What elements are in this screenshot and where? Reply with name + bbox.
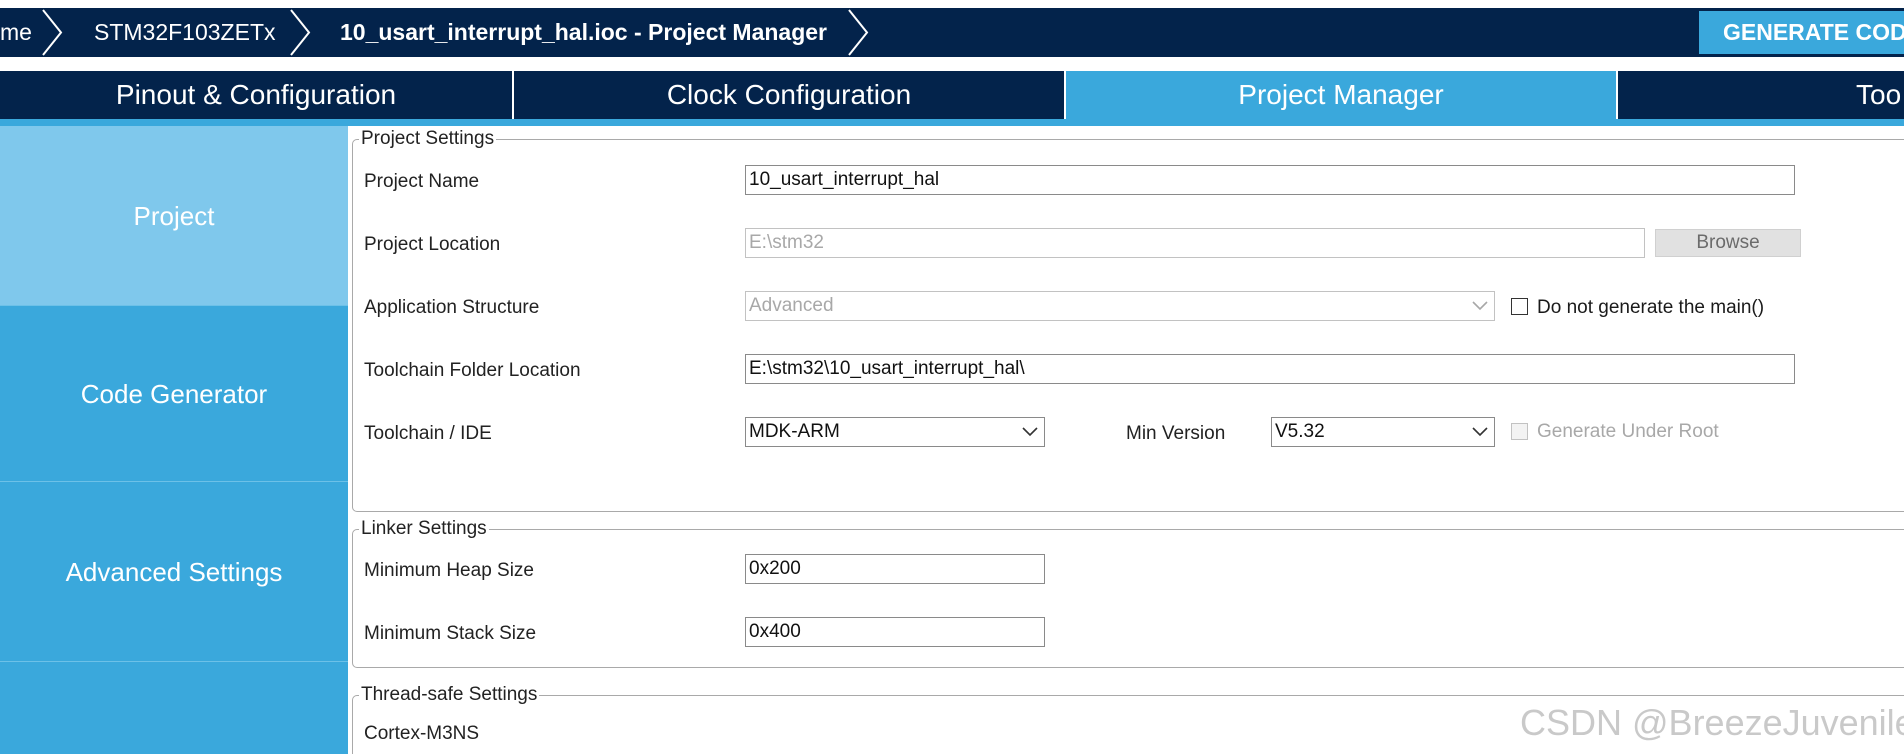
project-location-input[interactable]: E:\stm32 <box>745 228 1645 258</box>
toolchain-ide-label: Toolchain / IDE <box>364 423 492 444</box>
toolchain-ide-value: MDK-ARM <box>749 421 840 442</box>
breadcrumb-home[interactable]: me <box>0 8 32 57</box>
min-version-label: Min Version <box>1126 423 1226 444</box>
chevron-down-icon <box>1472 301 1488 311</box>
application-structure-select[interactable]: Advanced <box>745 291 1495 321</box>
toolchain-folder-label: Toolchain Folder Location <box>364 360 581 381</box>
breadcrumb-mcu[interactable]: STM32F103ZETx <box>94 8 276 57</box>
cortex-core-label: Cortex-M3NS <box>364 723 480 744</box>
main-tabs: Pinout & Configuration Clock Configurati… <box>0 71 1904 119</box>
sidebar-item-advanced-settings[interactable]: Advanced Settings <box>0 482 348 662</box>
browse-button[interactable]: Browse <box>1655 229 1801 257</box>
min-heap-size-input[interactable]: 0x200 <box>745 554 1045 584</box>
min-version-value: V5.32 <box>1275 421 1325 442</box>
breadcrumb-chevron-icon <box>42 9 63 56</box>
tab-underline <box>0 119 1904 126</box>
project-settings-legend: Project Settings <box>361 128 495 149</box>
toolchain-folder-input[interactable]: E:\stm32\10_usart_interrupt_hal\ <box>745 354 1795 384</box>
min-stack-size-input[interactable]: 0x400 <box>745 617 1045 647</box>
do-not-generate-main-label: Do not generate the main() <box>1537 297 1765 318</box>
tab-project-manager[interactable]: Project Manager <box>1066 71 1616 119</box>
generate-code-button[interactable]: GENERATE COD <box>1699 11 1904 54</box>
toolchain-ide-select[interactable]: MDK-ARM <box>745 417 1045 447</box>
tab-clock-configuration[interactable]: Clock Configuration <box>514 71 1064 119</box>
generate-under-root-checkbox[interactable] <box>1511 423 1528 440</box>
tab-pinout-configuration[interactable]: Pinout & Configuration <box>0 71 512 119</box>
project-name-label: Project Name <box>364 171 480 192</box>
project-name-input[interactable]: 10_usart_interrupt_hal <box>745 165 1795 195</box>
linker-settings-legend: Linker Settings <box>361 518 487 539</box>
generate-under-root-label: Generate Under Root <box>1537 421 1719 442</box>
project-manager-content: Project Settings Project Name 10_usart_i… <box>348 126 1904 754</box>
chevron-down-icon <box>1022 427 1038 437</box>
breadcrumb: me STM32F103ZETx 10_usart_interrupt_hal.… <box>0 8 1904 57</box>
chevron-down-icon <box>1472 427 1488 437</box>
application-structure-label: Application Structure <box>364 297 540 318</box>
breadcrumb-current: 10_usart_interrupt_hal.ioc - Project Man… <box>340 19 827 45</box>
linker-settings-group: Linker Settings <box>352 518 1904 668</box>
breadcrumb-chevron-icon <box>848 9 869 56</box>
application-structure-value: Advanced <box>749 295 834 316</box>
watermark: CSDN @BreezeJuvenile <box>1520 702 1904 743</box>
breadcrumb-chevron-icon <box>290 9 311 56</box>
project-location-label: Project Location <box>364 234 501 255</box>
sidebar: Project Code Generator Advanced Settings <box>0 126 348 754</box>
sidebar-item-project[interactable]: Project <box>0 126 348 306</box>
min-heap-size-label: Minimum Heap Size <box>364 560 534 581</box>
sidebar-item-more[interactable] <box>0 662 348 754</box>
min-stack-size-label: Minimum Stack Size <box>364 623 537 644</box>
do-not-generate-main-checkbox[interactable] <box>1511 298 1528 315</box>
thread-safe-settings-legend: Thread-safe Settings <box>361 684 538 705</box>
tab-tools[interactable]: Too <box>1618 71 1904 119</box>
sidebar-item-code-generator[interactable]: Code Generator <box>0 306 348 482</box>
min-version-select[interactable]: V5.32 <box>1271 417 1495 447</box>
